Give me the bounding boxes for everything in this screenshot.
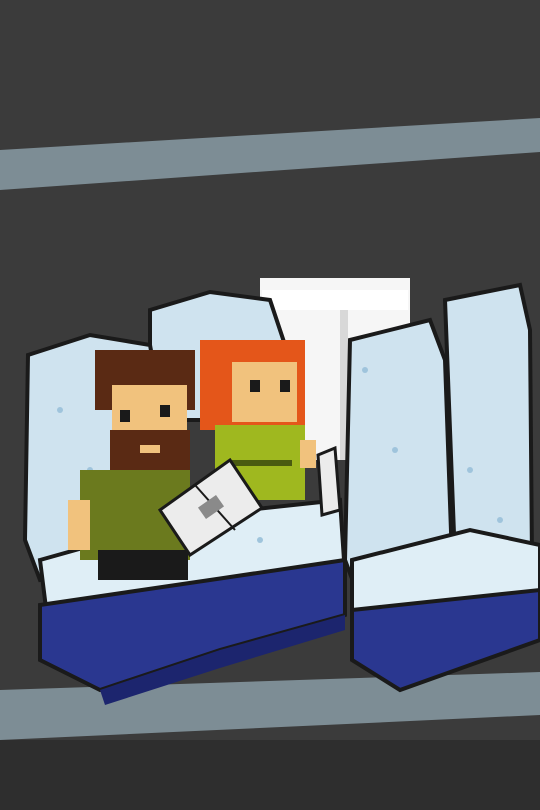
newspaper-woman: [316, 445, 342, 517]
floor-shadow: [0, 740, 540, 810]
cabin-scene: [0, 0, 540, 810]
